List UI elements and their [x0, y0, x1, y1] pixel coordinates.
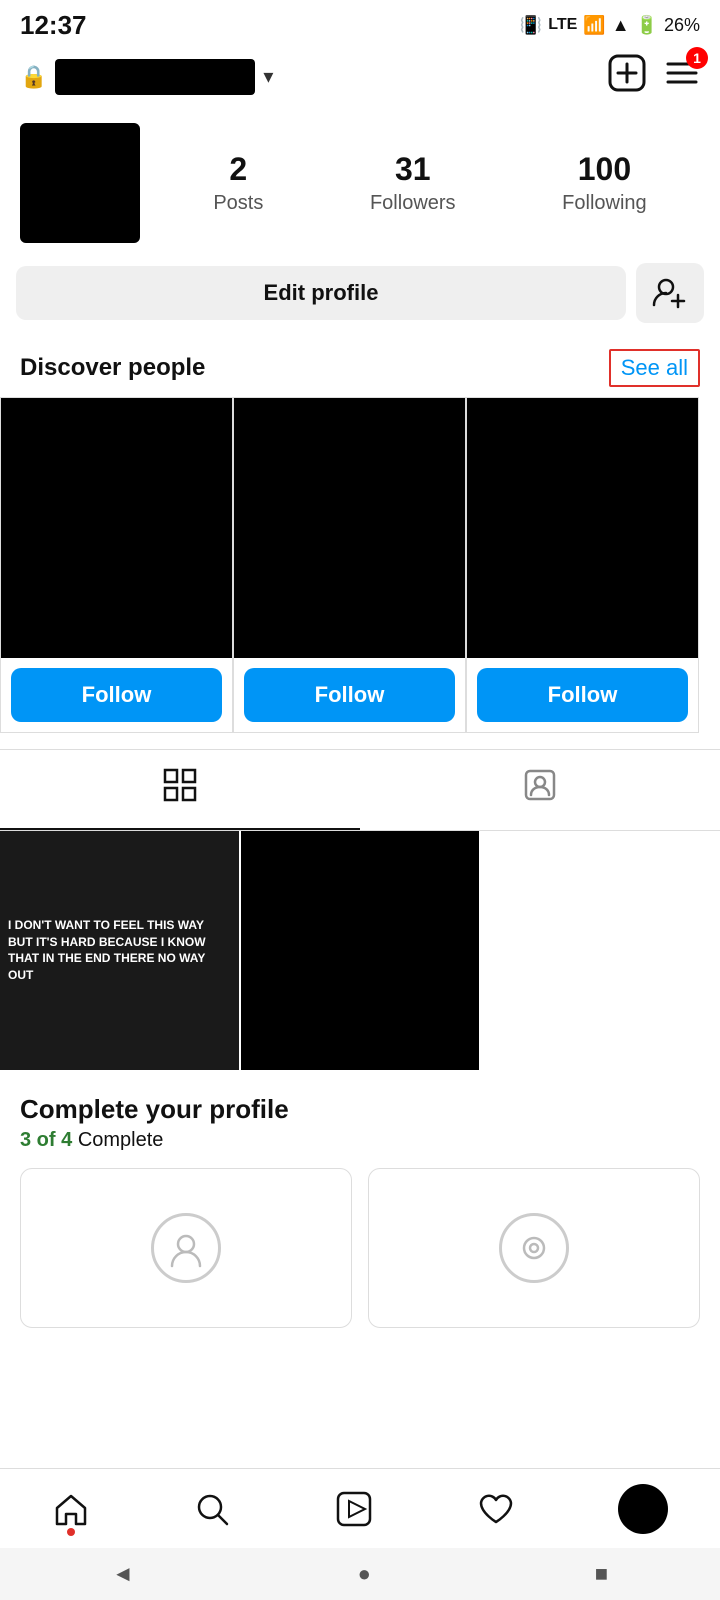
battery-icon: 🔋	[636, 15, 658, 36]
home-active-dot	[67, 1528, 75, 1536]
followers-label: Followers	[370, 192, 456, 215]
status-icons: 📳 LTE 📶 ▲ 🔋 26%	[520, 15, 700, 36]
follow-button-1[interactable]: Follow	[11, 668, 222, 722]
menu-button[interactable]: 1	[664, 55, 700, 98]
person-avatar-3	[467, 398, 698, 658]
username-redacted	[55, 59, 255, 95]
edit-profile-button[interactable]: Edit profile	[16, 266, 626, 320]
android-recent-button[interactable]: ■	[595, 1561, 608, 1587]
vibrate-icon: 📳	[520, 15, 542, 36]
complete-card-icon-2	[499, 1213, 569, 1283]
profile-avatar[interactable]	[20, 123, 140, 243]
nav-profile-button[interactable]	[618, 1484, 668, 1534]
nav-reels-button[interactable]	[335, 1490, 373, 1528]
post-text-1: I DON'T WANT TO FEEL THIS WAY BUT IT'S H…	[8, 917, 231, 984]
content-tabs	[0, 749, 720, 831]
complete-profile-title: Complete your profile	[20, 1094, 700, 1125]
person-avatar-1	[1, 398, 232, 658]
posts-label: Posts	[213, 192, 263, 215]
following-label: Following	[562, 192, 646, 215]
profile-section: 2 Posts 31 Followers 100 Following	[0, 107, 720, 263]
chevron-down-icon[interactable]: ▾	[263, 64, 273, 89]
posts-count: 2	[229, 151, 247, 188]
nav-likes-button[interactable]	[477, 1490, 515, 1528]
follow-button-2[interactable]: Follow	[244, 668, 455, 722]
person-card-2: Follow	[233, 397, 466, 733]
android-back-button[interactable]: ◄	[112, 1561, 134, 1587]
people-cards-list: Follow Follow Follow	[0, 397, 720, 733]
followers-stat[interactable]: 31 Followers	[370, 151, 456, 215]
discover-people-title: Discover people	[20, 354, 205, 382]
complete-profile-section: Complete your profile 3 of 4 Complete	[0, 1070, 720, 1168]
nav-profile-avatar	[618, 1484, 668, 1534]
posts-stat[interactable]: 2 Posts	[213, 151, 263, 215]
see-all-button[interactable]: See all	[609, 349, 700, 387]
lock-icon: 🔒	[20, 64, 47, 90]
nav-actions: 1	[608, 54, 700, 99]
android-nav: ◄ ● ■	[0, 1548, 720, 1600]
bottom-nav	[0, 1468, 720, 1548]
complete-profile-progress: 3 of 4	[20, 1129, 72, 1151]
add-post-button[interactable]	[608, 54, 646, 99]
complete-card-icon-1	[151, 1213, 221, 1283]
people-cards-container: Follow Follow Follow	[0, 397, 720, 733]
tab-tagged[interactable]	[360, 750, 720, 830]
complete-cards	[0, 1168, 720, 1344]
complete-profile-subtitle: 3 of 4 Complete	[20, 1129, 700, 1152]
status-time: 12:37	[20, 10, 87, 41]
signal-icon: ▲	[612, 15, 630, 36]
person-avatar-2	[234, 398, 465, 658]
battery-percent: 26%	[664, 15, 700, 36]
complete-card-2[interactable]	[368, 1168, 700, 1328]
username-bar: 🔒 ▾	[20, 59, 273, 95]
following-count: 100	[578, 151, 631, 188]
add-person-button[interactable]	[636, 263, 704, 323]
post-thumb-2[interactable]	[241, 831, 480, 1070]
post-thumb-1[interactable]: I DON'T WANT TO FEEL THIS WAY BUT IT'S H…	[0, 831, 239, 1070]
complete-card-1[interactable]	[20, 1168, 352, 1328]
following-stat[interactable]: 100 Following	[562, 151, 646, 215]
android-home-button[interactable]: ●	[358, 1561, 371, 1587]
grid-icon	[163, 768, 197, 810]
follow-button-3[interactable]: Follow	[477, 668, 688, 722]
discover-people-header: Discover people See all	[0, 339, 720, 397]
person-card-3: Follow	[466, 397, 699, 733]
person-card-1: Follow	[0, 397, 233, 733]
profile-stats: 2 Posts 31 Followers 100 Following	[160, 151, 700, 215]
notification-badge: 1	[686, 47, 708, 69]
posts-grid: I DON'T WANT TO FEEL THIS WAY BUT IT'S H…	[0, 831, 720, 1070]
tab-posts[interactable]	[0, 750, 360, 830]
nav-home-button[interactable]	[52, 1490, 90, 1528]
status-bar: 12:37 📳 LTE 📶 ▲ 🔋 26%	[0, 0, 720, 46]
nav-search-button[interactable]	[193, 1490, 231, 1528]
edit-profile-row: Edit profile	[0, 263, 720, 339]
followers-count: 31	[395, 151, 431, 188]
wifi-icon: 📶	[583, 15, 605, 36]
lte-icon: LTE	[548, 16, 577, 34]
top-nav: 🔒 ▾ 1	[0, 46, 720, 107]
tagged-icon	[523, 768, 557, 810]
complete-profile-suffix: Complete	[78, 1129, 164, 1151]
